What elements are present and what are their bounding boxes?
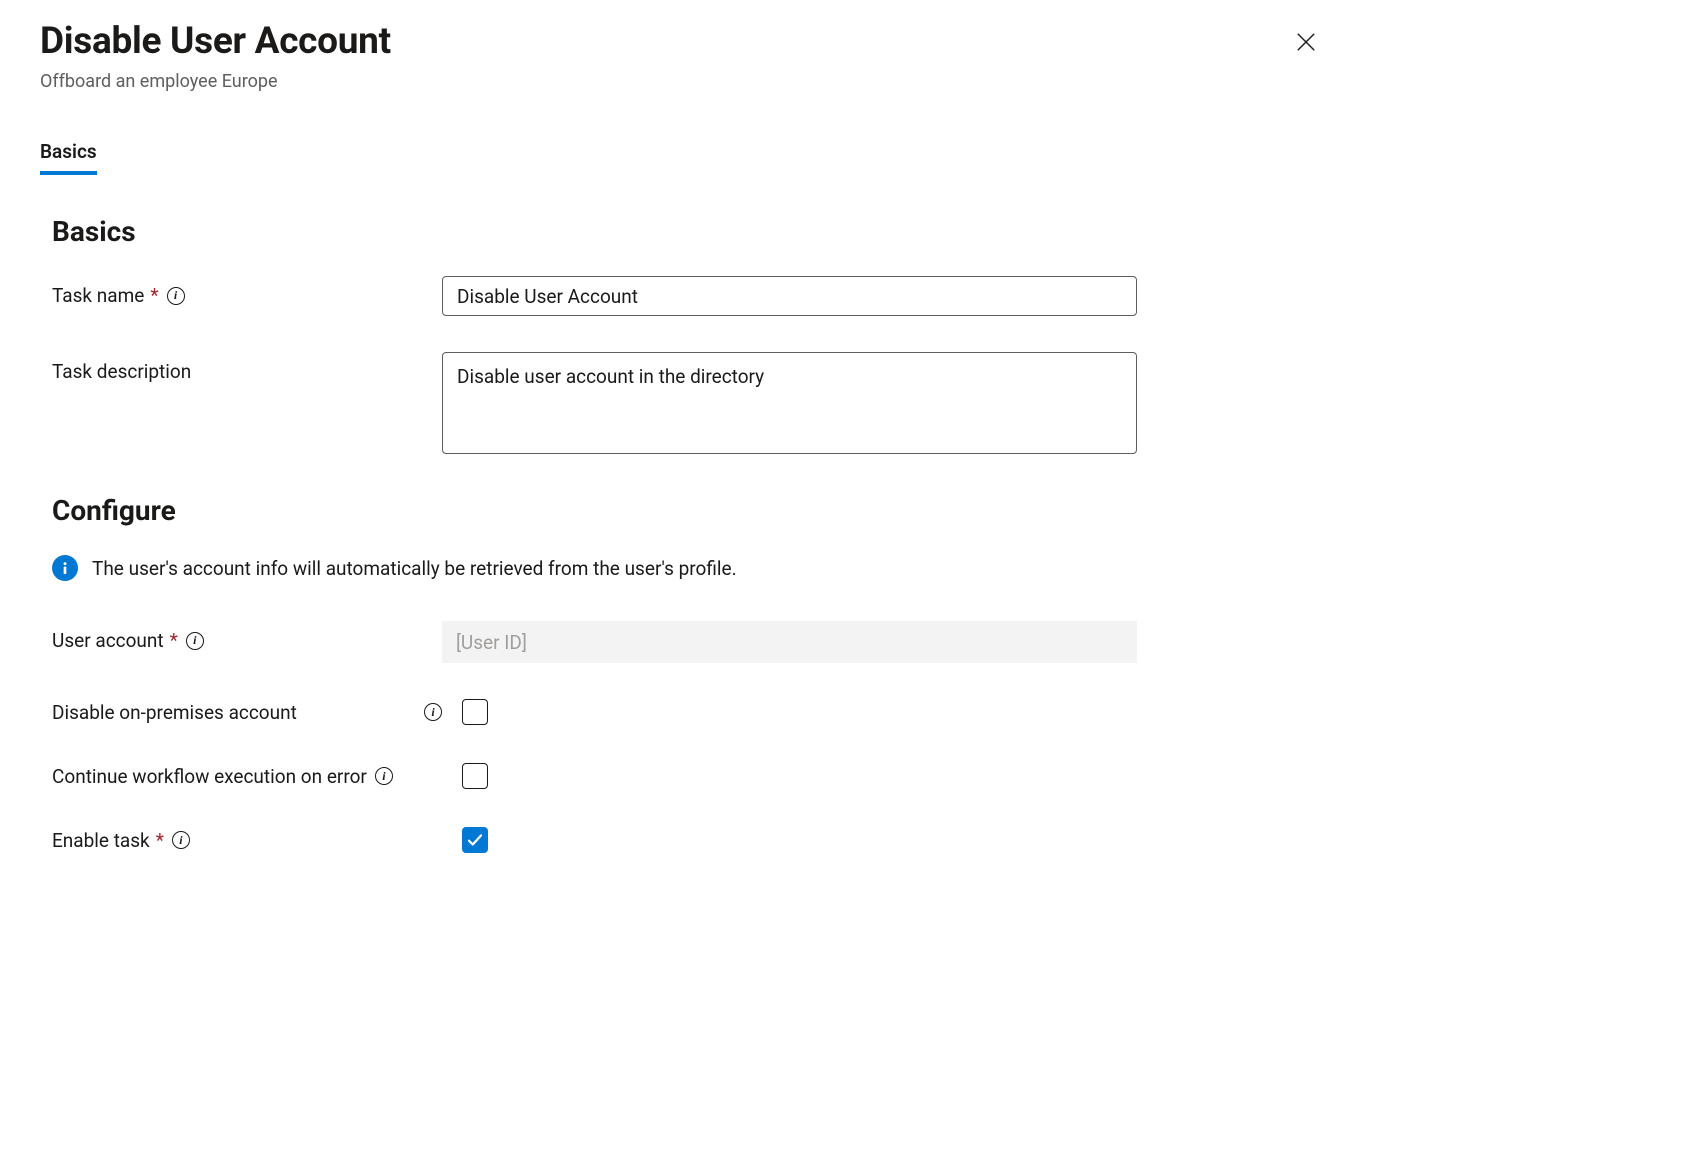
info-icon[interactable]: i [172,831,190,849]
continue-on-error-checkbox[interactable] [462,763,488,789]
user-account-label: User account [52,629,164,652]
info-icon[interactable]: i [424,703,442,721]
section-heading-basics: Basics [40,215,1668,248]
close-button[interactable] [1284,20,1328,64]
info-icon[interactable]: i [375,767,393,785]
enable-task-checkbox[interactable] [462,827,488,853]
info-bar-text: The user's account info will automatical… [92,557,737,580]
task-description-input[interactable] [442,352,1137,454]
user-account-input: [User ID] [442,621,1137,663]
task-description-label: Task description [52,360,191,383]
required-marker: * [150,284,158,307]
required-marker: * [156,829,164,852]
disable-onprem-checkbox[interactable] [462,699,488,725]
info-bar-icon [52,555,78,581]
page-subtitle: Offboard an employee Europe [40,71,1284,92]
info-icon[interactable]: i [186,632,204,650]
enable-task-label: Enable task [52,829,150,852]
task-name-label: Task name [52,284,144,307]
task-name-input[interactable] [442,276,1137,316]
section-heading-configure: Configure [40,494,1668,527]
disable-onprem-label: Disable on-premises account [52,701,297,724]
info-icon[interactable]: i [167,287,185,305]
tab-bar: Basics [40,140,1668,175]
close-icon [1295,31,1317,53]
tab-basics[interactable]: Basics [40,140,97,175]
page-title: Disable User Account [40,20,1284,63]
continue-on-error-label: Continue workflow execution on error [52,765,367,788]
required-marker: * [170,629,178,652]
